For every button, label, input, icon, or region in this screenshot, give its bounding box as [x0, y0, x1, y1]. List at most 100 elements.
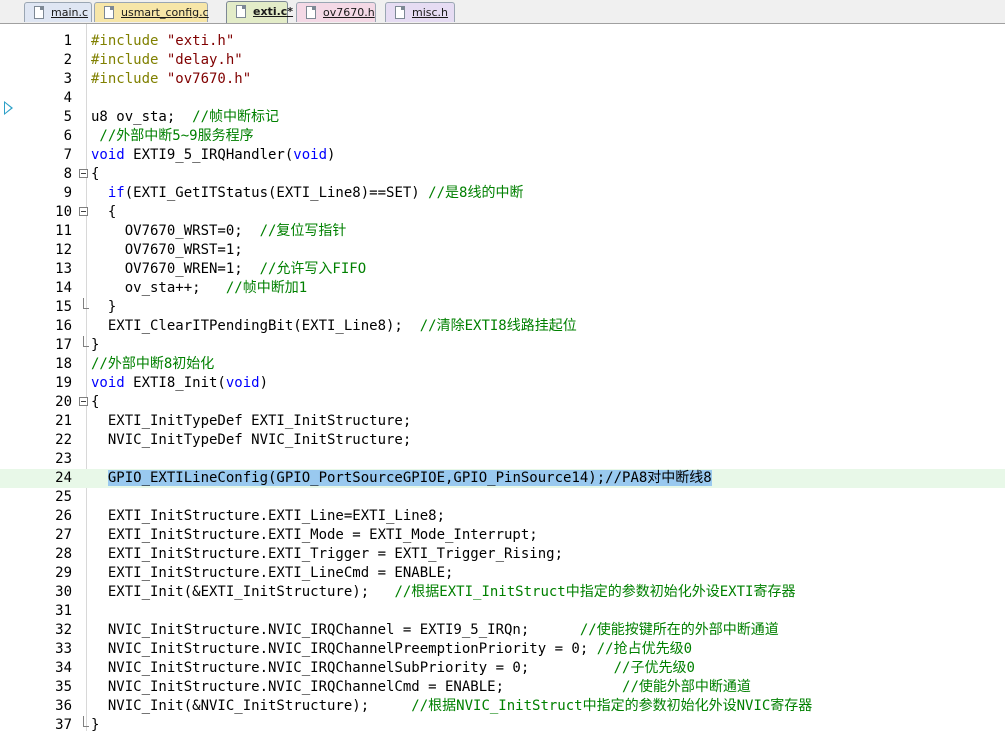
code-token: EXTI8_Init(: [124, 375, 226, 391]
fold-collapse-icon[interactable]: [79, 207, 88, 216]
code-editor[interactable]: 1 #include "exti.h" 2 #include "delay.h" 3 #i…: [0, 24, 1005, 733]
code-token: ): [327, 147, 336, 163]
line-number: 32: [55, 622, 72, 638]
tab-main-c[interactable]: main.c: [24, 2, 92, 22]
code-line[interactable]: 31: [0, 602, 1005, 621]
code-line[interactable]: 23: [0, 450, 1005, 469]
code-line[interactable]: 11 OV7670_WRST=0; //复位写指针: [0, 222, 1005, 241]
code-line[interactable]: 26 EXTI_InitStructure.EXTI_Line=EXTI_Lin…: [0, 507, 1005, 526]
tab-label: misc.h: [412, 6, 449, 19]
file-icon: [395, 6, 405, 19]
code-comment: //允许写入FIFO: [259, 261, 367, 277]
tab-exti-c[interactable]: exti.c*: [226, 1, 293, 23]
code-comment: //外部中断8初始化: [91, 356, 215, 372]
code-line[interactable]: 10 {: [0, 203, 1005, 222]
code-line[interactable]: 15 }: [0, 298, 1005, 317]
code-text: if(EXTI_GetITStatus(EXTI_Line8)==SET) //…: [91, 184, 524, 203]
code-keyword: if: [107, 185, 125, 201]
code-line[interactable]: 13 OV7670_WREN=1; //允许写入FIFO: [0, 260, 1005, 279]
tab-label: exti.c*: [253, 5, 294, 18]
code-line[interactable]: 3 #include "ov7670.h": [0, 70, 1005, 89]
code-line[interactable]: 20 {: [0, 393, 1005, 412]
code-line[interactable]: 30 EXTI_Init(&EXTI_InitStructure); //根据E…: [0, 583, 1005, 602]
code-line[interactable]: 5 u8 ov_sta; //帧中断标记: [0, 108, 1005, 127]
line-number: 26: [55, 508, 72, 524]
tab-usmart-config-c[interactable]: usmart_config.c: [94, 2, 209, 22]
code-text: EXTI_Init(&EXTI_InitStructure); //根据EXTI…: [91, 583, 796, 602]
code-token: OV7670_WRST=1;: [91, 242, 243, 258]
code-text: #include "ov7670.h": [91, 70, 251, 89]
line-number: 17: [55, 337, 72, 353]
code-line[interactable]: 7 void EXTI9_5_IRQHandler(void): [0, 146, 1005, 165]
line-number: 21: [55, 413, 72, 429]
code-keyword: void: [225, 375, 260, 391]
code-line[interactable]: 19 void EXTI8_Init(void): [0, 374, 1005, 393]
line-number: 31: [55, 603, 72, 619]
code-token: NVIC_InitStructure.NVIC_IRQChannelPreemp…: [91, 641, 597, 657]
code-text: NVIC_InitStructure.NVIC_IRQChannelCmd = …: [91, 678, 751, 697]
code-comment: //子优先级0: [613, 660, 695, 676]
code-line[interactable]: 8{: [0, 165, 1005, 184]
line-number: 6: [63, 128, 72, 144]
code-line[interactable]: 37}: [0, 716, 1005, 735]
code-line[interactable]: 24 GPIO_EXTILineConfig(GPIO_PortSourceGP…: [0, 469, 1005, 488]
line-number: 2: [63, 52, 72, 68]
code-line[interactable]: 28 EXTI_InitStructure.EXTI_Trigger = EXT…: [0, 545, 1005, 564]
tab-label: usmart_config.c: [121, 6, 209, 19]
code-keyword: void: [91, 147, 125, 163]
code-text: EXTI_InitStructure.EXTI_Mode = EXTI_Mode…: [91, 526, 538, 545]
code-line[interactable]: 1 #include "exti.h": [0, 32, 1005, 51]
code-text: OV7670_WREN=1; //允许写入FIFO: [91, 260, 366, 279]
file-icon: [306, 6, 316, 19]
code-line[interactable]: 16 EXTI_ClearITPendingBit(EXTI_Line8); /…: [0, 317, 1005, 336]
line-number: 18: [55, 356, 72, 372]
code-line[interactable]: 29 EXTI_InitStructure.EXTI_LineCmd = ENA…: [0, 564, 1005, 583]
code-line[interactable]: 34 NVIC_InitStructure.NVIC_IRQChannelSub…: [0, 659, 1005, 678]
code-text: }: [91, 336, 99, 355]
code-text: {: [91, 165, 99, 184]
code-line[interactable]: 27 EXTI_InitStructure.EXTI_Mode = EXTI_M…: [0, 526, 1005, 545]
tab-label: ov7670.h: [323, 6, 375, 19]
code-text: EXTI_ClearITPendingBit(EXTI_Line8); //清除…: [91, 317, 577, 336]
code-text: u8 ov_sta; //帧中断标记: [91, 108, 279, 127]
code-token: NVIC_InitTypeDef NVIC_InitStructure;: [91, 432, 412, 448]
code-preprocessor: #include: [91, 71, 167, 87]
code-comment: //帧中断标记: [192, 109, 280, 125]
code-line[interactable]: 25: [0, 488, 1005, 507]
line-number: 11: [55, 223, 72, 239]
fold-collapse-icon[interactable]: [79, 397, 88, 406]
code-line[interactable]: 32 NVIC_InitStructure.NVIC_IRQChannel = …: [0, 621, 1005, 640]
tab-ov7670-h[interactable]: ov7670.h: [296, 2, 376, 22]
line-number: 9: [63, 185, 72, 201]
tab-misc-h[interactable]: misc.h: [385, 2, 455, 22]
code-token: }: [91, 299, 117, 315]
code-line[interactable]: 35 NVIC_InitStructure.NVIC_IRQChannelCmd…: [0, 678, 1005, 697]
fold-collapse-icon[interactable]: [79, 169, 88, 178]
code-line[interactable]: 9 if(EXTI_GetITStatus(EXTI_Line8)==SET) …: [0, 184, 1005, 203]
code-line[interactable]: 12 OV7670_WRST=1;: [0, 241, 1005, 260]
line-number: 23: [55, 451, 72, 467]
code-line[interactable]: 18 //外部中断8初始化: [0, 355, 1005, 374]
fold-end-marker-icon: [83, 298, 89, 309]
code-token: EXTI_InitStructure.EXTI_Trigger = EXTI_T…: [91, 546, 564, 562]
code-line[interactable]: 2 #include "delay.h": [0, 51, 1005, 70]
code-line[interactable]: 36 NVIC_Init(&NVIC_InitStructure); //根据N…: [0, 697, 1005, 716]
code-string: "delay.h": [166, 52, 243, 68]
line-number: 34: [55, 660, 72, 676]
code-line[interactable]: 14 ov_sta++; //帧中断加1: [0, 279, 1005, 298]
code-line[interactable]: 4: [0, 89, 1005, 108]
code-line[interactable]: 33 NVIC_InitStructure.NVIC_IRQChannelPre…: [0, 640, 1005, 659]
line-number: 36: [55, 698, 72, 714]
code-comment: //复位写指针: [259, 223, 347, 239]
line-number: 22: [55, 432, 72, 448]
code-line[interactable]: 17}: [0, 336, 1005, 355]
code-text: NVIC_InitTypeDef NVIC_InitStructure;: [91, 431, 411, 450]
code-comment: //清除EXTI8线路挂起位: [419, 318, 577, 334]
line-number: 14: [55, 280, 72, 296]
line-number: 37: [55, 717, 72, 733]
code-line[interactable]: 21 EXTI_InitTypeDef EXTI_InitStructure;: [0, 412, 1005, 431]
line-number: 20: [55, 394, 72, 410]
code-line[interactable]: 6 //外部中断5~9服务程序: [0, 127, 1005, 146]
fold-end-marker-icon: [83, 716, 89, 727]
code-line[interactable]: 22 NVIC_InitTypeDef NVIC_InitStructure;: [0, 431, 1005, 450]
